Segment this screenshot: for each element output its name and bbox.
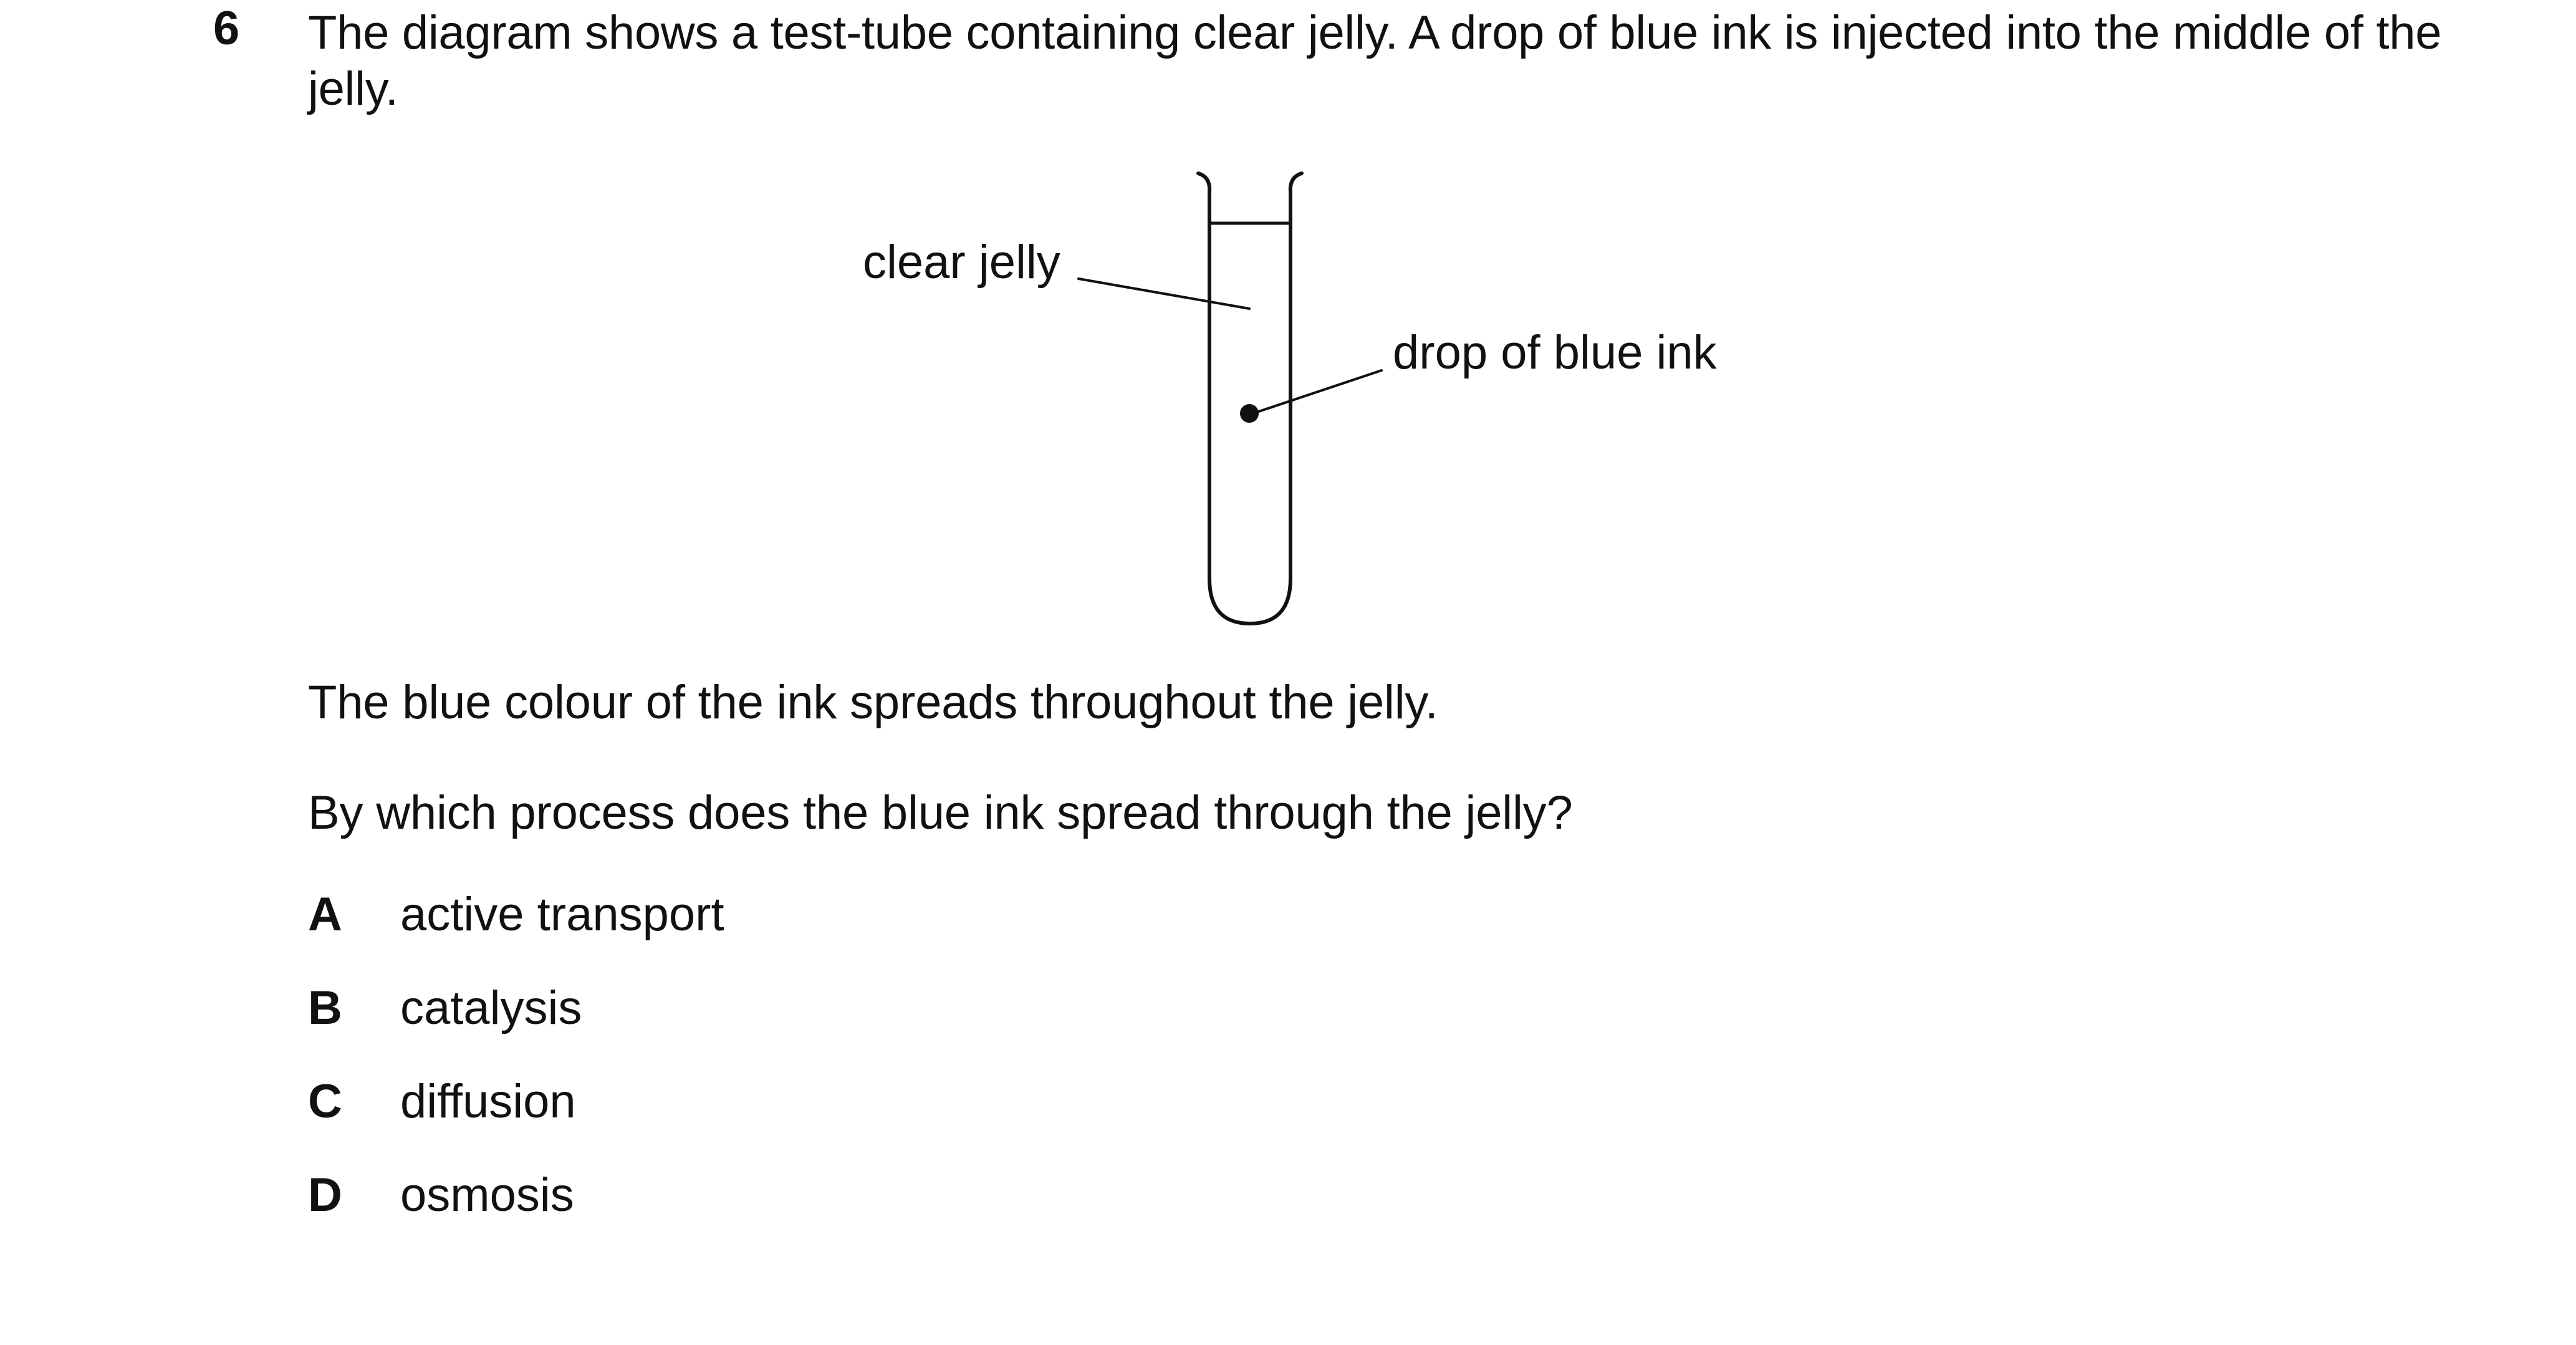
clear-jelly-label: clear jelly [863, 236, 1060, 289]
question-stem: The diagram shows a test-tube containing… [308, 6, 2442, 115]
option-text: osmosis [400, 1169, 574, 1222]
option-letter: C [308, 1075, 342, 1128]
option-c: C diffusion [308, 1078, 1056, 1172]
option-b: B catalysis [308, 985, 1056, 1078]
question-prompt: By which process does the blue ink sprea… [308, 786, 1573, 839]
answer-options: A active transport B catalysis C diffusi… [308, 891, 1056, 1265]
question-page: 6 The diagram shows a test-tube containi… [0, 0, 2576, 1345]
option-text: active transport [400, 888, 724, 941]
blue-ink-label: drop of blue ink [1393, 326, 1717, 379]
observation-text: The blue colour of the ink spreads throu… [308, 676, 1438, 729]
option-text: catalysis [400, 981, 582, 1034]
option-a: A active transport [308, 891, 1056, 985]
blue-ink-drop [1240, 404, 1259, 423]
option-letter: D [308, 1169, 342, 1222]
clear-jelly-leader-line [1077, 277, 1251, 310]
option-d: D osmosis [308, 1172, 1056, 1265]
test-tube-svg [1077, 171, 1383, 625]
test-tube-outline [1196, 171, 1304, 625]
test-tube-diagram: clear jelly drop of blue ink [829, 156, 1839, 648]
question-number: 6 [213, 2, 240, 55]
ink-leader-line [1252, 369, 1383, 415]
option-letter: A [308, 888, 342, 941]
option-text: diffusion [400, 1075, 576, 1128]
option-letter: B [308, 981, 342, 1034]
